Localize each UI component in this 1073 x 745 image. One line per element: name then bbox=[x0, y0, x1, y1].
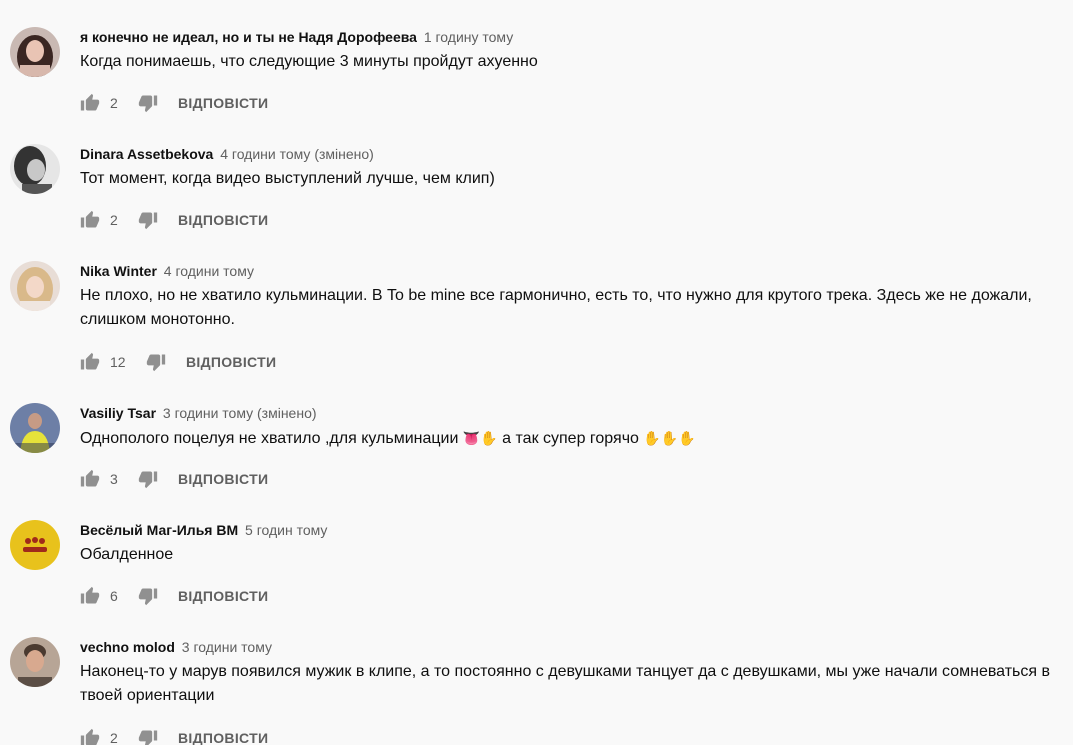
blonde-girl-avatar-icon bbox=[10, 261, 60, 311]
thumbs-up-icon[interactable] bbox=[80, 728, 100, 745]
author-name[interactable]: Nika Winter bbox=[80, 263, 157, 279]
like-count: 2 bbox=[110, 95, 118, 111]
thumbs-up-icon[interactable] bbox=[80, 586, 100, 606]
like-count: 6 bbox=[110, 588, 118, 604]
thumbs-up-icon[interactable] bbox=[80, 469, 100, 489]
reply-button[interactable]: ВІДПОВІСТИ bbox=[178, 588, 268, 604]
comment-header: Весёлый Маг-Илья BM 5 годин тому bbox=[80, 521, 1065, 539]
thumbs-down-icon[interactable] bbox=[138, 728, 158, 745]
reply-button[interactable]: ВІДПОВІСТИ bbox=[178, 730, 268, 745]
avatar[interactable] bbox=[10, 27, 60, 77]
comment-actions: 3 ВІДПОВІСТИ bbox=[80, 467, 268, 491]
avatar[interactable] bbox=[10, 520, 60, 570]
like-count: 12 bbox=[110, 354, 126, 370]
comment-header: Dinara Assetbekova 4 години тому (змінен… bbox=[80, 145, 1065, 163]
comment-text: Когда понимаешь, что следующие 3 минуты … bbox=[80, 53, 538, 70]
author-name[interactable]: Весёлый Маг-Илья BM bbox=[80, 522, 238, 538]
thumbs-down-icon[interactable] bbox=[138, 210, 158, 230]
guy-yellow-hoodie-avatar-icon bbox=[10, 403, 60, 453]
reply-button[interactable]: ВІДПОВІСТИ bbox=[178, 471, 268, 487]
avatar[interactable] bbox=[10, 261, 60, 311]
reply-button[interactable]: ВІДПОВІСТИ bbox=[178, 95, 268, 111]
comment-timestamp[interactable]: 4 години тому bbox=[164, 263, 254, 279]
comment-actions: 2 ВІДПОВІСТИ bbox=[80, 91, 268, 115]
grayscale-girl-avatar-icon bbox=[10, 144, 60, 194]
comment-timestamp[interactable]: 5 годин тому bbox=[245, 522, 327, 538]
comment-actions: 2 ВІДПОВІСТИ bbox=[80, 726, 268, 745]
comment-header: Vasiliy Tsar 3 години тому (змінено) bbox=[80, 404, 1065, 422]
comment-timestamp[interactable]: 3 години тому bbox=[182, 639, 272, 655]
like-count: 3 bbox=[110, 471, 118, 487]
comment-header: я конечно не идеал, но и ты не Надя Доро… bbox=[80, 28, 1065, 46]
comment-actions: 6 ВІДПОВІСТИ bbox=[80, 584, 268, 608]
comment-text: Наконец-то у марув появился мужик в клип… bbox=[80, 663, 1050, 704]
thumbs-up-icon[interactable] bbox=[80, 352, 100, 372]
author-name[interactable]: Dinara Assetbekova bbox=[80, 146, 213, 162]
yellow-logo-avatar-icon bbox=[10, 520, 60, 570]
thumbs-up-icon[interactable] bbox=[80, 93, 100, 113]
thumbs-up-icon[interactable] bbox=[80, 210, 100, 230]
like-count: 2 bbox=[110, 212, 118, 228]
comment-text: Однополого поцелуя не хватило ,для кульм… bbox=[80, 426, 1065, 451]
comment-actions: 2 ВІДПОВІСТИ bbox=[80, 208, 268, 232]
author-name[interactable]: Vasiliy Tsar bbox=[80, 405, 156, 421]
avatar[interactable] bbox=[10, 403, 60, 453]
comment-text: Тот момент, когда видео выступлений лучш… bbox=[80, 170, 495, 187]
raised-hands-emoji-icon: ✋✋✋ bbox=[643, 430, 696, 446]
author-name[interactable]: я конечно не идеал, но и ты не Надя Доро… bbox=[80, 29, 417, 45]
comment-timestamp[interactable]: 3 години тому (змінено) bbox=[163, 405, 317, 421]
reply-button[interactable]: ВІДПОВІСТИ bbox=[178, 212, 268, 228]
comment-timestamp[interactable]: 4 години тому (змінено) bbox=[220, 146, 374, 162]
reply-button[interactable]: ВІДПОВІСТИ bbox=[186, 354, 276, 370]
thumbs-down-icon[interactable] bbox=[138, 469, 158, 489]
comment-text: Не плохо, но не хватило кульминации. В T… bbox=[80, 287, 1032, 328]
comment-actions: 12 ВІДПОВІСТИ bbox=[80, 350, 276, 374]
author-name[interactable]: vechno molod bbox=[80, 639, 175, 655]
thumbs-down-icon[interactable] bbox=[138, 93, 158, 113]
young-man-avatar-icon bbox=[10, 637, 60, 687]
girl-dark-hair-avatar-icon bbox=[10, 27, 60, 77]
tongue-hand-emoji-icon: 👅✋ bbox=[462, 430, 498, 446]
avatar[interactable] bbox=[10, 637, 60, 687]
thumbs-down-icon[interactable] bbox=[138, 586, 158, 606]
comment-timestamp[interactable]: 1 годину тому bbox=[424, 29, 513, 45]
like-count: 2 bbox=[110, 730, 118, 745]
comment-text: Обалденное bbox=[80, 546, 174, 563]
comment-text-part: Однополого поцелуя не хватило ,для кульм… bbox=[80, 430, 463, 447]
avatar[interactable] bbox=[10, 144, 60, 194]
comment-text-part: а так супер горячо bbox=[497, 430, 644, 447]
comment-header: Nika Winter 4 години тому bbox=[80, 262, 1065, 280]
thumbs-down-icon[interactable] bbox=[146, 352, 166, 372]
comments-section: я конечно не идеал, но и ты не Надя Доро… bbox=[0, 0, 1073, 745]
comment-header: vechno molod 3 години тому bbox=[80, 638, 1065, 656]
